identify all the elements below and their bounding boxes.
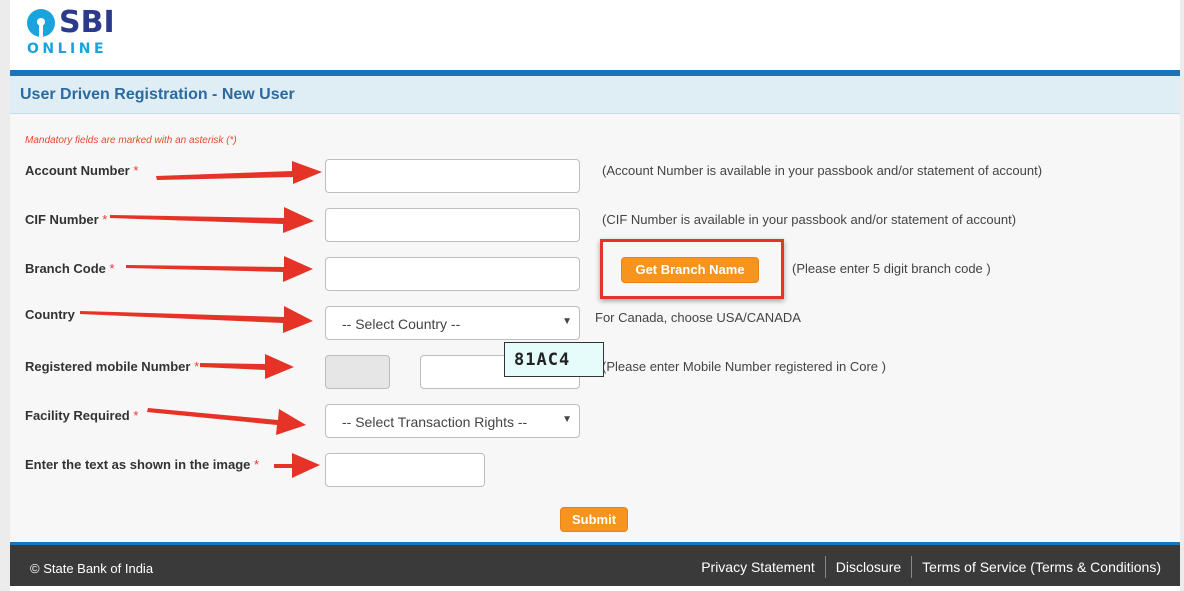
submit-button[interactable]: Submit	[560, 507, 628, 532]
arrow-mobile	[200, 354, 294, 379]
facility-select-value: -- Select Transaction Rights --	[342, 414, 528, 430]
registration-form: Mandatory fields are marked with an aste…	[10, 114, 1180, 542]
arrow-facility	[147, 408, 306, 435]
mobile-hint: (Please enter Mobile Number registered i…	[602, 359, 886, 374]
title-bar: User Driven Registration - New User	[10, 76, 1180, 114]
captcha-image: 81AC4	[504, 342, 604, 377]
sbi-logo[interactable]: SBI ONLINE	[27, 5, 127, 59]
arrow-captcha	[274, 453, 320, 478]
page-frame: SBI ONLINE User Driven Registration - Ne…	[10, 0, 1180, 591]
annotation-arrows	[80, 161, 322, 478]
captcha-label: Enter the text as shown in the image *	[25, 457, 260, 472]
country-label: Country	[25, 307, 75, 322]
logo-text-online: ONLINE	[27, 41, 108, 57]
facility-label: Facility Required *	[25, 408, 139, 423]
country-hint: For Canada, choose USA/CANADA	[595, 310, 801, 325]
cif-number-input[interactable]	[325, 208, 580, 242]
cif-number-label: CIF Number *	[25, 212, 108, 227]
page-title: User Driven Registration - New User	[20, 86, 295, 103]
country-select-value: -- Select Country --	[342, 316, 461, 332]
branch-code-input[interactable]	[325, 257, 580, 291]
get-branch-name-button[interactable]: Get Branch Name	[621, 257, 759, 283]
account-number-label: Account Number *	[25, 163, 139, 178]
copyright-text: © State Bank of India	[30, 561, 154, 576]
terms-of-service-link[interactable]: Terms of Service (Terms & Conditions)	[911, 556, 1180, 578]
arrow-cif	[110, 207, 314, 233]
privacy-statement-link[interactable]: Privacy Statement	[691, 556, 825, 578]
mobile-country-code-input	[325, 355, 390, 389]
footer: © State Bank of India Privacy Statement …	[10, 545, 1180, 586]
branch-code-hint: (Please enter 5 digit branch code )	[792, 261, 991, 276]
facility-select[interactable]: -- Select Transaction Rights -- ▼	[325, 404, 580, 438]
captcha-input[interactable]	[325, 453, 485, 487]
cif-number-hint: (CIF Number is available in your passboo…	[602, 212, 1017, 227]
arrow-account	[156, 161, 322, 184]
chevron-down-icon: ▼	[562, 414, 572, 425]
country-select[interactable]: -- Select Country -- ▼	[325, 306, 580, 340]
account-number-input[interactable]	[325, 159, 580, 193]
branch-code-label: Branch Code *	[25, 261, 115, 276]
disclosure-link[interactable]: Disclosure	[824, 556, 911, 578]
footer-links: Privacy Statement Disclosure Terms of Se…	[691, 556, 1180, 578]
account-number-hint: (Account Number is available in your pas…	[602, 163, 1043, 178]
mobile-label: Registered mobile Number *	[25, 359, 200, 374]
arrow-branch	[126, 256, 313, 282]
header: SBI ONLINE	[10, 0, 1180, 70]
logo-text-sbi: SBI	[59, 5, 115, 40]
chevron-down-icon: ▼	[562, 316, 572, 327]
arrow-country	[80, 306, 313, 333]
sbi-keyhole-icon	[27, 9, 55, 37]
mandatory-note: Mandatory fields are marked with an aste…	[25, 135, 237, 146]
